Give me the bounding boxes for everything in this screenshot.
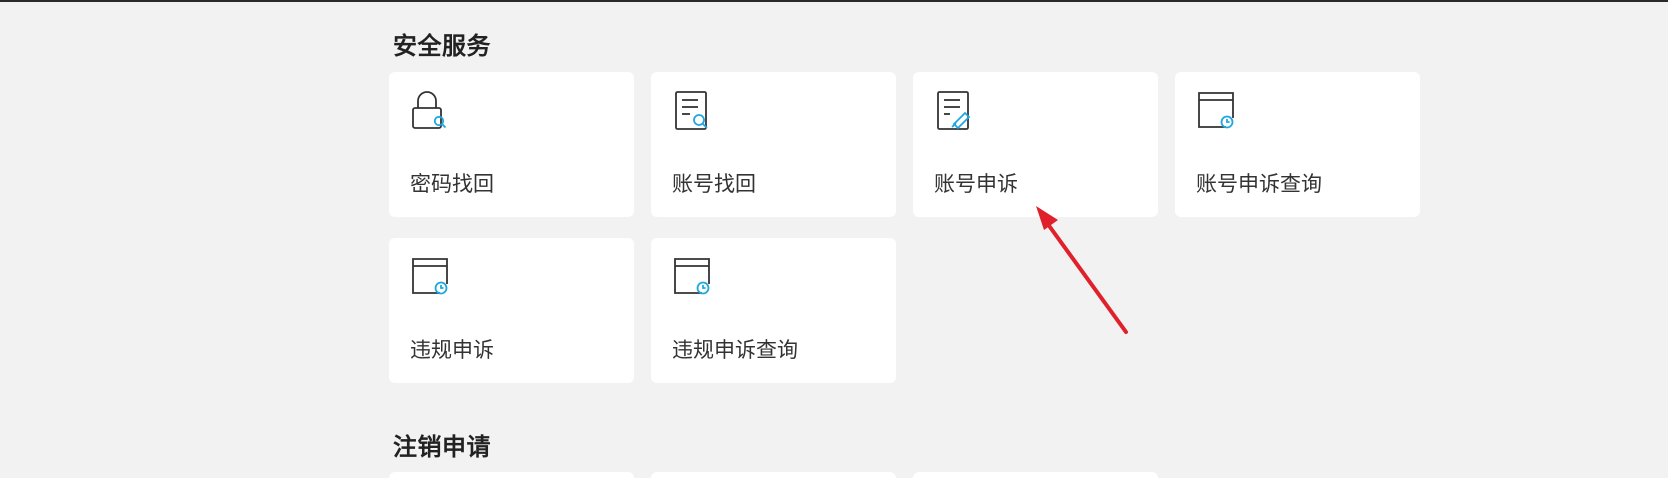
card-label: 账号申诉查询 (1196, 172, 1322, 196)
lock-search-icon (410, 90, 450, 132)
window-top-edge (0, 0, 1668, 2)
card-label: 密码找回 (410, 172, 494, 196)
card-label: 账号申诉 (934, 172, 1018, 196)
window-clock-icon (410, 256, 450, 298)
card-account-appeal[interactable]: 账号申诉 (913, 72, 1158, 217)
card-label: 违规申诉 (410, 338, 494, 362)
section-title-account-cancellation: 注销申请 (393, 433, 491, 461)
card-account-appeal-query[interactable]: 账号申诉查询 (1175, 72, 1420, 217)
card-peek[interactable] (913, 472, 1158, 478)
card-violation-appeal-query[interactable]: 违规申诉查询 (651, 238, 896, 383)
annotation-arrow (1036, 206, 1128, 334)
card-password-recovery[interactable]: 密码找回 (389, 72, 634, 217)
card-peek[interactable] (651, 472, 896, 478)
document-search-icon (672, 90, 712, 132)
section-title-security-services: 安全服务 (393, 32, 491, 60)
card-label: 违规申诉查询 (672, 338, 798, 362)
card-account-recovery[interactable]: 账号找回 (651, 72, 896, 217)
document-edit-icon (934, 90, 974, 132)
window-clock-icon (672, 256, 712, 298)
card-violation-appeal[interactable]: 违规申诉 (389, 238, 634, 383)
card-peek[interactable] (389, 472, 634, 478)
card-label: 账号找回 (672, 172, 756, 196)
window-clock-icon (1196, 90, 1236, 132)
